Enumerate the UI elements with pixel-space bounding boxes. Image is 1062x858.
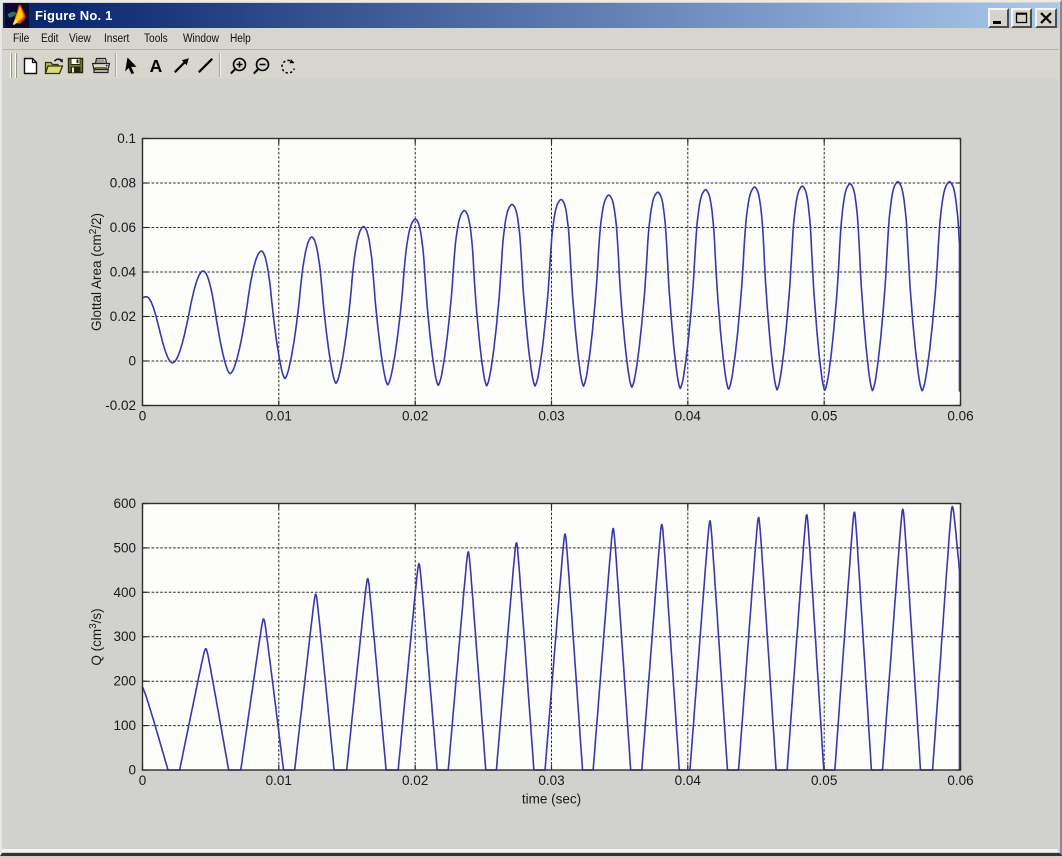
svg-text:Glottal Area (cm2/2): Glottal Area (cm2/2) <box>88 213 104 331</box>
svg-text:-0.02: -0.02 <box>105 398 136 413</box>
svg-text:200: 200 <box>113 674 136 689</box>
svg-text:600: 600 <box>113 496 136 511</box>
svg-text:0.04: 0.04 <box>675 409 702 424</box>
svg-text:0.04: 0.04 <box>110 265 137 280</box>
svg-text:0.06: 0.06 <box>110 220 136 235</box>
svg-text:0.08: 0.08 <box>110 176 136 191</box>
svg-text:0.01: 0.01 <box>266 773 292 788</box>
svg-text:0.1: 0.1 <box>117 131 136 146</box>
svg-text:Q (cm3/s): Q (cm3/s) <box>88 608 104 665</box>
svg-text:0: 0 <box>139 409 147 424</box>
svg-text:0.03: 0.03 <box>538 409 564 424</box>
svg-text:0.06: 0.06 <box>947 773 973 788</box>
svg-text:0.02: 0.02 <box>402 409 428 424</box>
svg-text:0.01: 0.01 <box>266 409 292 424</box>
svg-text:0: 0 <box>128 354 136 369</box>
svg-text:0.02: 0.02 <box>402 773 428 788</box>
svg-text:400: 400 <box>113 585 136 600</box>
svg-text:0.03: 0.03 <box>538 773 564 788</box>
svg-text:0.06: 0.06 <box>947 409 973 424</box>
svg-text:100: 100 <box>113 718 136 733</box>
svg-text:300: 300 <box>113 629 136 644</box>
svg-text:0: 0 <box>128 763 136 778</box>
svg-text:0.05: 0.05 <box>811 409 837 424</box>
svg-text:0.05: 0.05 <box>811 773 837 788</box>
svg-text:0.04: 0.04 <box>675 773 702 788</box>
svg-text:0.02: 0.02 <box>110 309 136 324</box>
svg-text:0: 0 <box>139 773 147 788</box>
svg-text:500: 500 <box>113 540 136 555</box>
svg-text:time (sec): time (sec) <box>522 792 581 807</box>
